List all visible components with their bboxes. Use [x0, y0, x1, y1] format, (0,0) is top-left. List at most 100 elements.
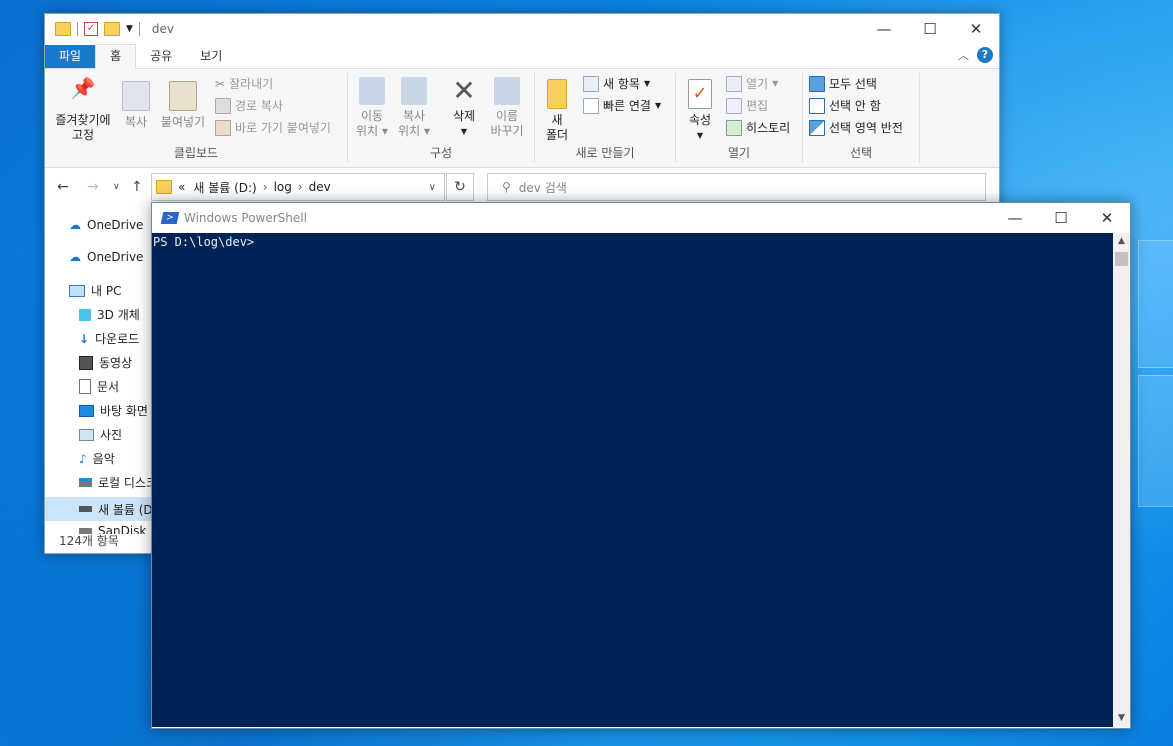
open-icon: [726, 75, 742, 92]
console-output[interactable]: PS D:\log\dev>: [152, 233, 1113, 727]
powershell-icon[interactable]: >: [160, 212, 180, 224]
move-to-button[interactable]: 이동 위치 ▾: [352, 77, 392, 139]
nav-item-pictures[interactable]: 사진: [79, 426, 122, 443]
select-group: 모두 선택 선택 안 함 선택 영역 반전 선택: [803, 73, 920, 163]
copy-icon: [122, 81, 150, 111]
organize-group: 이동 위치 ▾ 복사 위치 ▾ ✕ 삭제 ▼ 이름 바꾸기 구성: [348, 73, 535, 163]
pin-to-quick-access-button[interactable]: 📌 즐겨찾기에 고정: [51, 78, 115, 143]
scissors-icon: ✂: [215, 76, 226, 91]
edit-button[interactable]: 편집: [726, 97, 768, 114]
new-item-button[interactable]: 새 항목 ▼: [583, 75, 650, 92]
film-icon: [79, 355, 93, 370]
navigation-pane: ☁ OneDrive ☁ OneDrive 내 PC 3D 개체 ↓ 다운로드 …: [45, 204, 153, 534]
close-button[interactable]: ✕: [953, 14, 999, 44]
tab-home[interactable]: 홈: [95, 44, 137, 69]
scrollbar-thumb[interactable]: [1115, 252, 1128, 266]
tab-file[interactable]: 파일: [45, 45, 96, 68]
open-label: 열기: [746, 77, 769, 91]
vertical-scrollbar[interactable]: ▲ ▼: [1113, 233, 1130, 727]
up-arrow-icon[interactable]: ↑: [131, 179, 143, 195]
chevron-down-icon[interactable]: ▼: [126, 24, 133, 34]
ribbon: 📌 즐겨찾기에 고정 복사 붙여넣기 ✂ 잘라내기 경로 복사 바로 가기 붙여…: [45, 69, 999, 168]
easy-access-label: 빠른 연결: [603, 99, 651, 113]
nav-item-3d-objects[interactable]: 3D 개체: [79, 306, 140, 323]
breadcrumb-item[interactable]: log: [274, 180, 292, 194]
cloud-icon: ☁: [69, 250, 81, 264]
invert-selection-label: 선택 영역 반전: [829, 121, 903, 135]
new-item-label: 새 항목: [603, 77, 640, 91]
forward-arrow-icon[interactable]: →: [87, 179, 99, 195]
chevron-down-icon: ▼: [654, 101, 662, 110]
nav-item-label: 동영상: [99, 356, 133, 370]
nav-item-downloads[interactable]: ↓ 다운로드: [79, 330, 139, 347]
paste-shortcut-label: 바로 가기 붙여넣기: [235, 121, 331, 135]
help-icon[interactable]: ?: [977, 47, 993, 63]
nav-item-label: 내 PC: [91, 284, 122, 298]
nav-item-desktop[interactable]: 바탕 화면: [79, 402, 148, 419]
chevron-down-icon[interactable]: ∨: [429, 182, 436, 193]
edit-label: 편집: [746, 99, 769, 113]
new-item-icon: [583, 75, 599, 92]
chevron-up-icon[interactable]: ︿: [958, 47, 969, 63]
copy-to-button[interactable]: 복사 위치 ▾: [394, 77, 434, 139]
copy-label: 복사: [124, 115, 148, 129]
document-icon: [79, 379, 91, 394]
new-folder-button[interactable]: 새 폴더: [539, 79, 575, 143]
minimize-button[interactable]: —: [992, 203, 1038, 233]
nav-item-onedrive[interactable]: ☁ OneDrive: [69, 250, 143, 264]
copy-path-button[interactable]: 경로 복사: [215, 97, 283, 114]
new-folder-icon[interactable]: [104, 22, 120, 36]
tab-view[interactable]: 보기: [186, 45, 236, 68]
nav-item-music[interactable]: ♪ 음악: [79, 450, 115, 467]
invert-selection-button[interactable]: 선택 영역 반전: [809, 119, 903, 136]
select-none-button[interactable]: 선택 안 함: [809, 97, 881, 114]
new-folder-icon: [547, 79, 567, 109]
copy-path-icon: [215, 97, 231, 114]
move-to-icon: [359, 77, 385, 105]
pin-label: 즐겨찾기에: [55, 113, 111, 127]
breadcrumb-overflow[interactable]: «: [178, 180, 185, 194]
open-button[interactable]: 열기 ▼: [726, 75, 778, 92]
maximize-button[interactable]: ☐: [1038, 203, 1084, 233]
nav-item-local-disk[interactable]: 로컬 디스크: [79, 474, 153, 491]
move-label: 이동: [360, 109, 384, 123]
clipboard-group-label: 클립보드: [173, 146, 219, 160]
tab-share[interactable]: 공유: [136, 45, 186, 68]
desktop-tile: [1138, 240, 1173, 368]
nav-item-label: 다운로드: [95, 332, 140, 346]
breadcrumb-separator-icon: ›: [262, 180, 268, 194]
close-button[interactable]: ✕: [1084, 203, 1130, 233]
nav-item-new-volume-d[interactable]: 새 볼륨 (D: [45, 497, 153, 521]
back-arrow-icon[interactable]: ←: [57, 179, 69, 195]
rename-button[interactable]: 이름 바꾸기: [486, 77, 528, 139]
nav-item-label: 음악: [92, 452, 115, 466]
maximize-button[interactable]: ☐: [907, 14, 953, 44]
minimize-button[interactable]: —: [861, 14, 907, 44]
paste-button[interactable]: 붙여넣기: [157, 81, 209, 130]
easy-access-button[interactable]: 빠른 연결 ▼: [583, 97, 661, 114]
refresh-button[interactable]: ↻: [446, 173, 474, 201]
nav-item-onedrive[interactable]: ☁ OneDrive: [69, 218, 143, 232]
powershell-title: Windows PowerShell: [184, 211, 307, 225]
paste-shortcut-button[interactable]: 바로 가기 붙여넣기: [215, 119, 331, 136]
recent-locations-icon[interactable]: ∨: [113, 182, 120, 192]
cut-button[interactable]: ✂ 잘라내기: [215, 75, 273, 92]
properties-button[interactable]: ✓ 속성 ▼: [680, 79, 720, 143]
delete-button[interactable]: ✕ 삭제 ▼: [444, 77, 484, 139]
folder-icon: [156, 180, 172, 194]
scroll-up-icon[interactable]: ▲: [1113, 233, 1130, 250]
nav-item-this-pc[interactable]: 내 PC: [69, 282, 121, 299]
select-all-button[interactable]: 모두 선택: [809, 75, 877, 92]
copy-to-label: 복사: [402, 109, 426, 123]
copy-button[interactable]: 복사: [117, 81, 155, 130]
nav-item-videos[interactable]: 동영상: [79, 354, 132, 371]
breadcrumb-item[interactable]: 새 볼륨 (D:): [193, 179, 256, 196]
nav-item-documents[interactable]: 문서: [79, 378, 119, 395]
delete-label: 삭제: [452, 109, 476, 123]
history-button[interactable]: 히스토리: [726, 119, 790, 136]
address-bar[interactable]: « 새 볼륨 (D:) › log › dev ∨: [151, 173, 445, 201]
search-input[interactable]: ⚲ dev 검색: [487, 173, 986, 201]
scroll-down-icon[interactable]: ▼: [1113, 710, 1130, 727]
properties-icon[interactable]: ✓: [84, 22, 98, 36]
breadcrumb-item[interactable]: dev: [309, 180, 331, 194]
